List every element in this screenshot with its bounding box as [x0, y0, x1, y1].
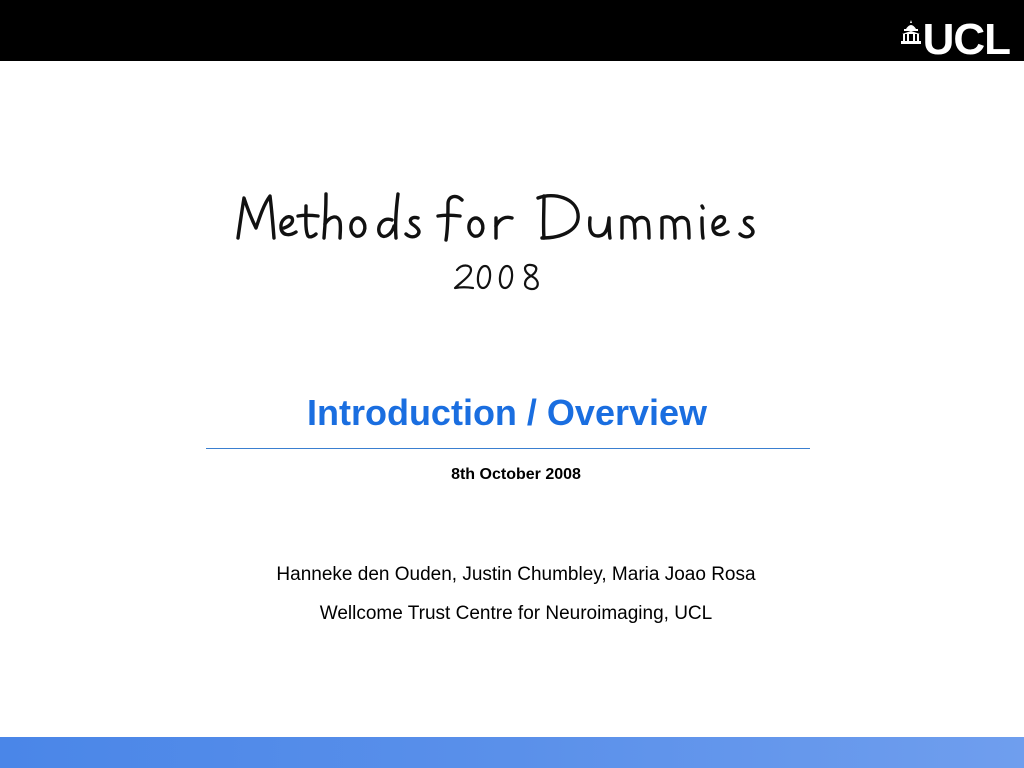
ucl-logo: UCL — [900, 15, 1011, 64]
methods-for-dummies-handwritten-title — [236, 192, 755, 242]
slide: UCL Introduction / Overview 8th October … — [0, 0, 1024, 768]
header-bar: UCL — [0, 0, 1024, 64]
title-divider — [206, 448, 810, 449]
footer-bar — [0, 737, 1024, 768]
authors-line: Hanneke den Ouden, Justin Chumbley, Mari… — [276, 564, 756, 585]
presentation-title: Introduction / Overview — [306, 392, 708, 433]
ucl-logo-text: UCL — [922, 15, 1011, 64]
year-2008-handwritten — [453, 263, 539, 291]
ucl-portico-icon — [900, 20, 921, 44]
presentation-date: 8th October 2008 — [451, 466, 581, 483]
institution-line: Wellcome Trust Centre for Neuroimaging, … — [319, 603, 713, 624]
